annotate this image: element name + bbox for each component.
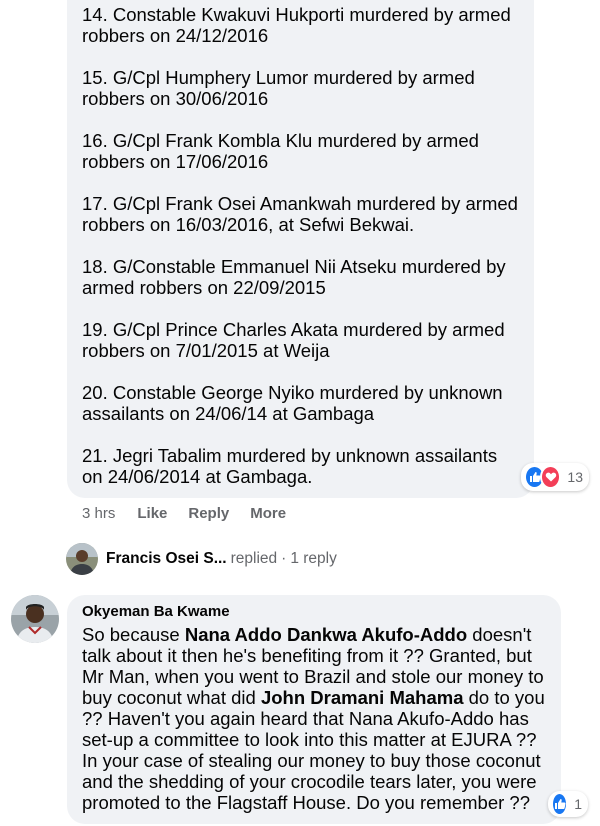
comment-line: 17. G/Cpl Frank Osei Amankwah murdered b… xyxy=(82,193,518,235)
comment-bubble: 14. Constable Kwakuvi Hukporti murdered … xyxy=(67,0,534,498)
reaction-count: 1 xyxy=(574,796,582,812)
reaction-summary[interactable]: 13 xyxy=(521,463,589,491)
comment-actions: 3 hrs Like Reply More xyxy=(82,503,307,523)
comment-line: 19. G/Cpl Prince Charles Akata murdered … xyxy=(82,319,505,361)
mention-link[interactable]: John Dramani Mahama xyxy=(261,687,464,708)
avatar xyxy=(66,543,98,575)
comment-bubble: Okyeman Ba Kwame So because Nana Addo Da… xyxy=(67,595,561,824)
reply-count: 1 reply xyxy=(290,550,337,567)
comment-line: 16. G/Cpl Frank Kombla Klu murdered by a… xyxy=(82,130,479,172)
reply-button[interactable]: Reply xyxy=(188,505,229,522)
separator: · xyxy=(281,550,287,567)
comment-line: 21. Jegri Tabalim murdered by unknown as… xyxy=(82,445,498,487)
comment-line: 15. G/Cpl Humphery Lumor murdered by arm… xyxy=(82,67,475,109)
avatar[interactable] xyxy=(11,595,59,643)
like-icon xyxy=(551,792,569,816)
comment-line: 20. Constable George Nyiko murdered by u… xyxy=(82,382,503,424)
comment-author[interactable]: Okyeman Ba Kwame xyxy=(82,603,549,621)
replier-name: Francis Osei S... xyxy=(106,550,227,567)
comment-line: 18. G/Constable Emmanuel Nii Atseku murd… xyxy=(82,256,506,298)
timestamp[interactable]: 3 hrs xyxy=(82,505,115,522)
replies-link[interactable]: Francis Osei S... replied · 1 reply xyxy=(66,542,337,576)
more-button[interactable]: More xyxy=(250,505,286,522)
mention-link[interactable]: Nana Addo Dankwa Akufo-Addo xyxy=(185,624,467,645)
love-icon xyxy=(540,465,562,489)
reaction-count: 13 xyxy=(567,469,583,485)
replied-label: replied xyxy=(230,550,278,567)
reaction-summary[interactable]: 1 xyxy=(548,791,588,817)
comment-text: So because Nana Addo Dankwa Akufo-Addo d… xyxy=(82,624,549,813)
comment-line: 14. Constable Kwakuvi Hukporti murdered … xyxy=(82,4,511,46)
like-button[interactable]: Like xyxy=(137,505,167,522)
comment-text-part: So because xyxy=(82,624,185,645)
